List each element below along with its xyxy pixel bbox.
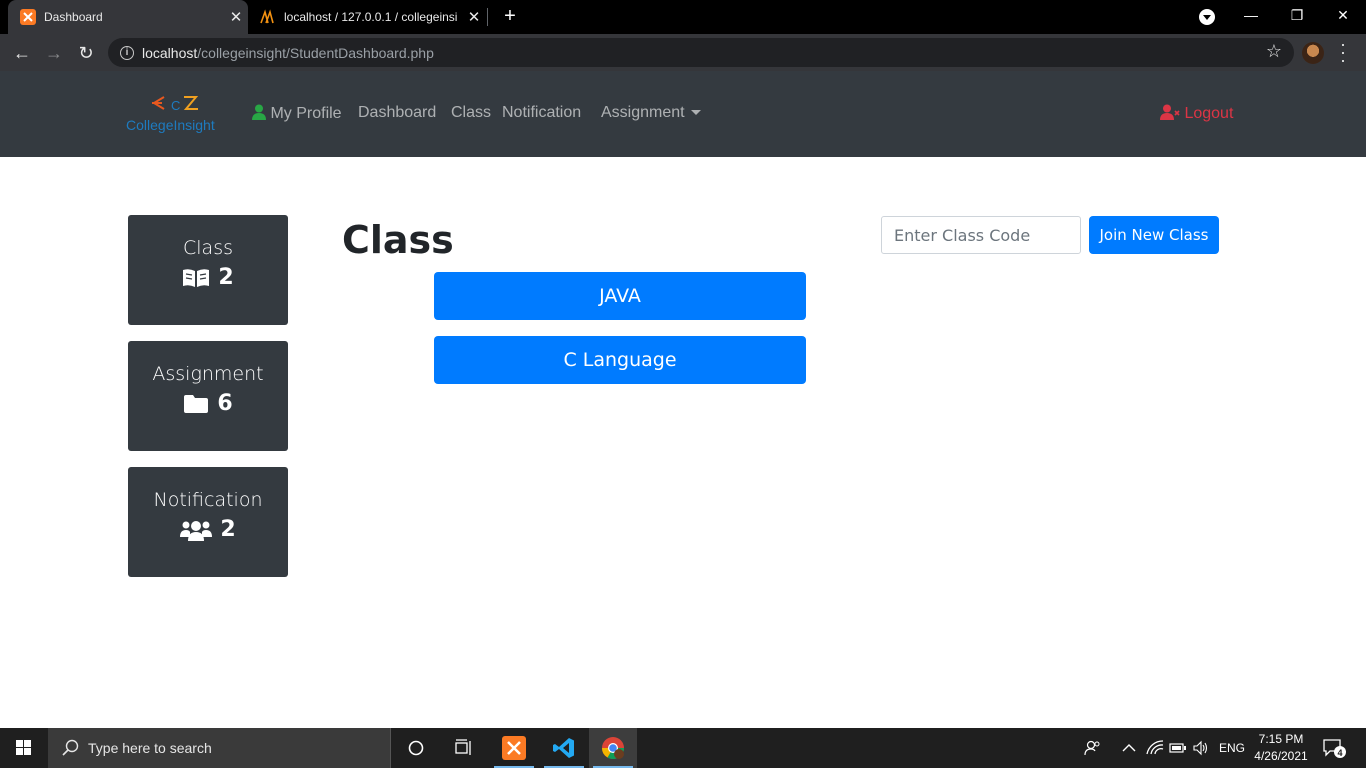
phpmyadmin-icon (260, 9, 274, 24)
forward-icon[interactable]: → (40, 39, 68, 67)
stat-label: Assignment (152, 363, 264, 385)
bookmark-star-icon[interactable]: ☆ (1266, 41, 1282, 62)
url-host: localhost (142, 44, 198, 61)
tab-dashboard[interactable]: Dashboard ✕ (8, 0, 248, 34)
stat-count: 2 (218, 265, 234, 290)
stat-count: 6 (217, 391, 233, 416)
language-indicator[interactable]: ENG (1219, 728, 1245, 768)
vscode-taskbar-icon[interactable] (540, 728, 588, 768)
profile-avatar[interactable] (1302, 42, 1324, 64)
assignment-stat-card[interactable]: Assignment 6 (128, 341, 288, 451)
cortana-icon[interactable] (392, 728, 440, 768)
browser-menu-icon[interactable]: · · · (1336, 35, 1350, 69)
user-icon (252, 104, 266, 120)
windows-start-icon[interactable] (0, 728, 48, 768)
brand-name: CollegeInsight (126, 117, 215, 133)
caret-down-icon (690, 110, 701, 116)
tab-search-icon[interactable] (1199, 9, 1215, 25)
action-center-icon[interactable]: 4 (1322, 728, 1346, 768)
class-stat-card[interactable]: Class 2 (128, 215, 288, 325)
clock-date: 4/26/2021 (1254, 749, 1308, 763)
stat-label: Class (183, 237, 233, 259)
nav-my-profile[interactable]: My Profile (252, 104, 342, 123)
class-code-input[interactable] (881, 216, 1081, 254)
stat-label: Notification (153, 489, 263, 511)
notification-stat-card[interactable]: Notification 2 (128, 467, 288, 577)
restore-icon[interactable]: ❐ (1274, 0, 1320, 34)
task-view-icon[interactable] (440, 728, 488, 768)
user-times-icon (1160, 104, 1180, 120)
tab-phpmyadmin[interactable]: localhost / 127.0.0.1 / collegeinsi ✕ (250, 0, 486, 34)
tab-title: Dashboard (44, 10, 103, 24)
close-tab-icon[interactable]: ✕ (224, 8, 248, 26)
logout-label: Logout (1184, 105, 1234, 122)
nav-notification[interactable]: Notification (502, 104, 581, 122)
nav-assignment-dropdown[interactable]: Assignment (601, 104, 701, 122)
url-path: /collegeinsight/StudentDashboard.php (197, 44, 434, 61)
chevron-up-icon[interactable] (1122, 728, 1136, 768)
windows-logo-icon (16, 740, 31, 755)
windows-taskbar: Type here to search ENG 7:15 PM 4/26/202… (0, 728, 1366, 768)
wifi-icon[interactable] (1146, 728, 1164, 768)
join-new-class-button[interactable]: Join New Class (1089, 216, 1219, 254)
site-navbar: C CollegeInsight My Profile Dashboard Cl… (0, 71, 1366, 157)
browser-tab-strip: Dashboard ✕ localhost / 127.0.0.1 / coll… (0, 0, 1366, 34)
battery-icon[interactable] (1169, 728, 1187, 768)
folder-icon (184, 394, 209, 413)
page-title: Class (342, 218, 454, 262)
close-tab-icon[interactable]: ✕ (462, 8, 486, 26)
nav-assignment-label: Assignment (601, 104, 685, 121)
xampp-icon (20, 9, 36, 25)
nav-class[interactable]: Class (451, 104, 491, 122)
nav-my-profile-label: My Profile (270, 105, 342, 122)
clock-time: 7:15 PM (1258, 732, 1304, 746)
svg-text:C: C (171, 98, 180, 113)
tab-separator (487, 8, 488, 26)
site-info-icon[interactable]: i (120, 45, 134, 60)
back-icon[interactable]: ← (8, 39, 36, 67)
class-button-java[interactable]: JAVA (434, 272, 806, 320)
reload-icon[interactable]: ↻ (72, 39, 100, 67)
search-icon (62, 739, 79, 756)
tab-title: localhost / 127.0.0.1 / collegeinsi (284, 10, 458, 24)
collegeinsight-logo-icon: C (152, 96, 199, 113)
browser-toolbar: ← → ↻ i localhost/collegeinsight/Student… (0, 34, 1366, 71)
taskbar-clock[interactable]: 7:15 PM 4/26/2021 (1252, 731, 1310, 765)
logout-link[interactable]: Logout (1160, 104, 1233, 123)
taskbar-search[interactable]: Type here to search (48, 728, 391, 768)
xampp-taskbar-icon[interactable] (490, 728, 538, 768)
notification-count: 4 (1337, 748, 1342, 758)
new-tab-icon[interactable]: + (498, 4, 522, 30)
book-open-icon (183, 268, 210, 287)
users-icon (180, 520, 213, 541)
minimize-icon[interactable]: — (1228, 0, 1274, 34)
close-window-icon[interactable]: ✕ (1320, 0, 1366, 34)
nav-dashboard[interactable]: Dashboard (358, 104, 436, 122)
taskbar-search-placeholder: Type here to search (88, 740, 212, 756)
chrome-taskbar-icon[interactable] (589, 728, 637, 768)
stat-count: 2 (220, 517, 236, 542)
volume-icon[interactable] (1192, 728, 1210, 768)
people-icon[interactable] (1084, 728, 1102, 768)
brand-logo[interactable]: C CollegeInsight (126, 93, 230, 135)
address-bar[interactable]: i localhost/collegeinsight/StudentDashbo… (108, 38, 1294, 67)
class-button-c-language[interactable]: C Language (434, 336, 806, 384)
